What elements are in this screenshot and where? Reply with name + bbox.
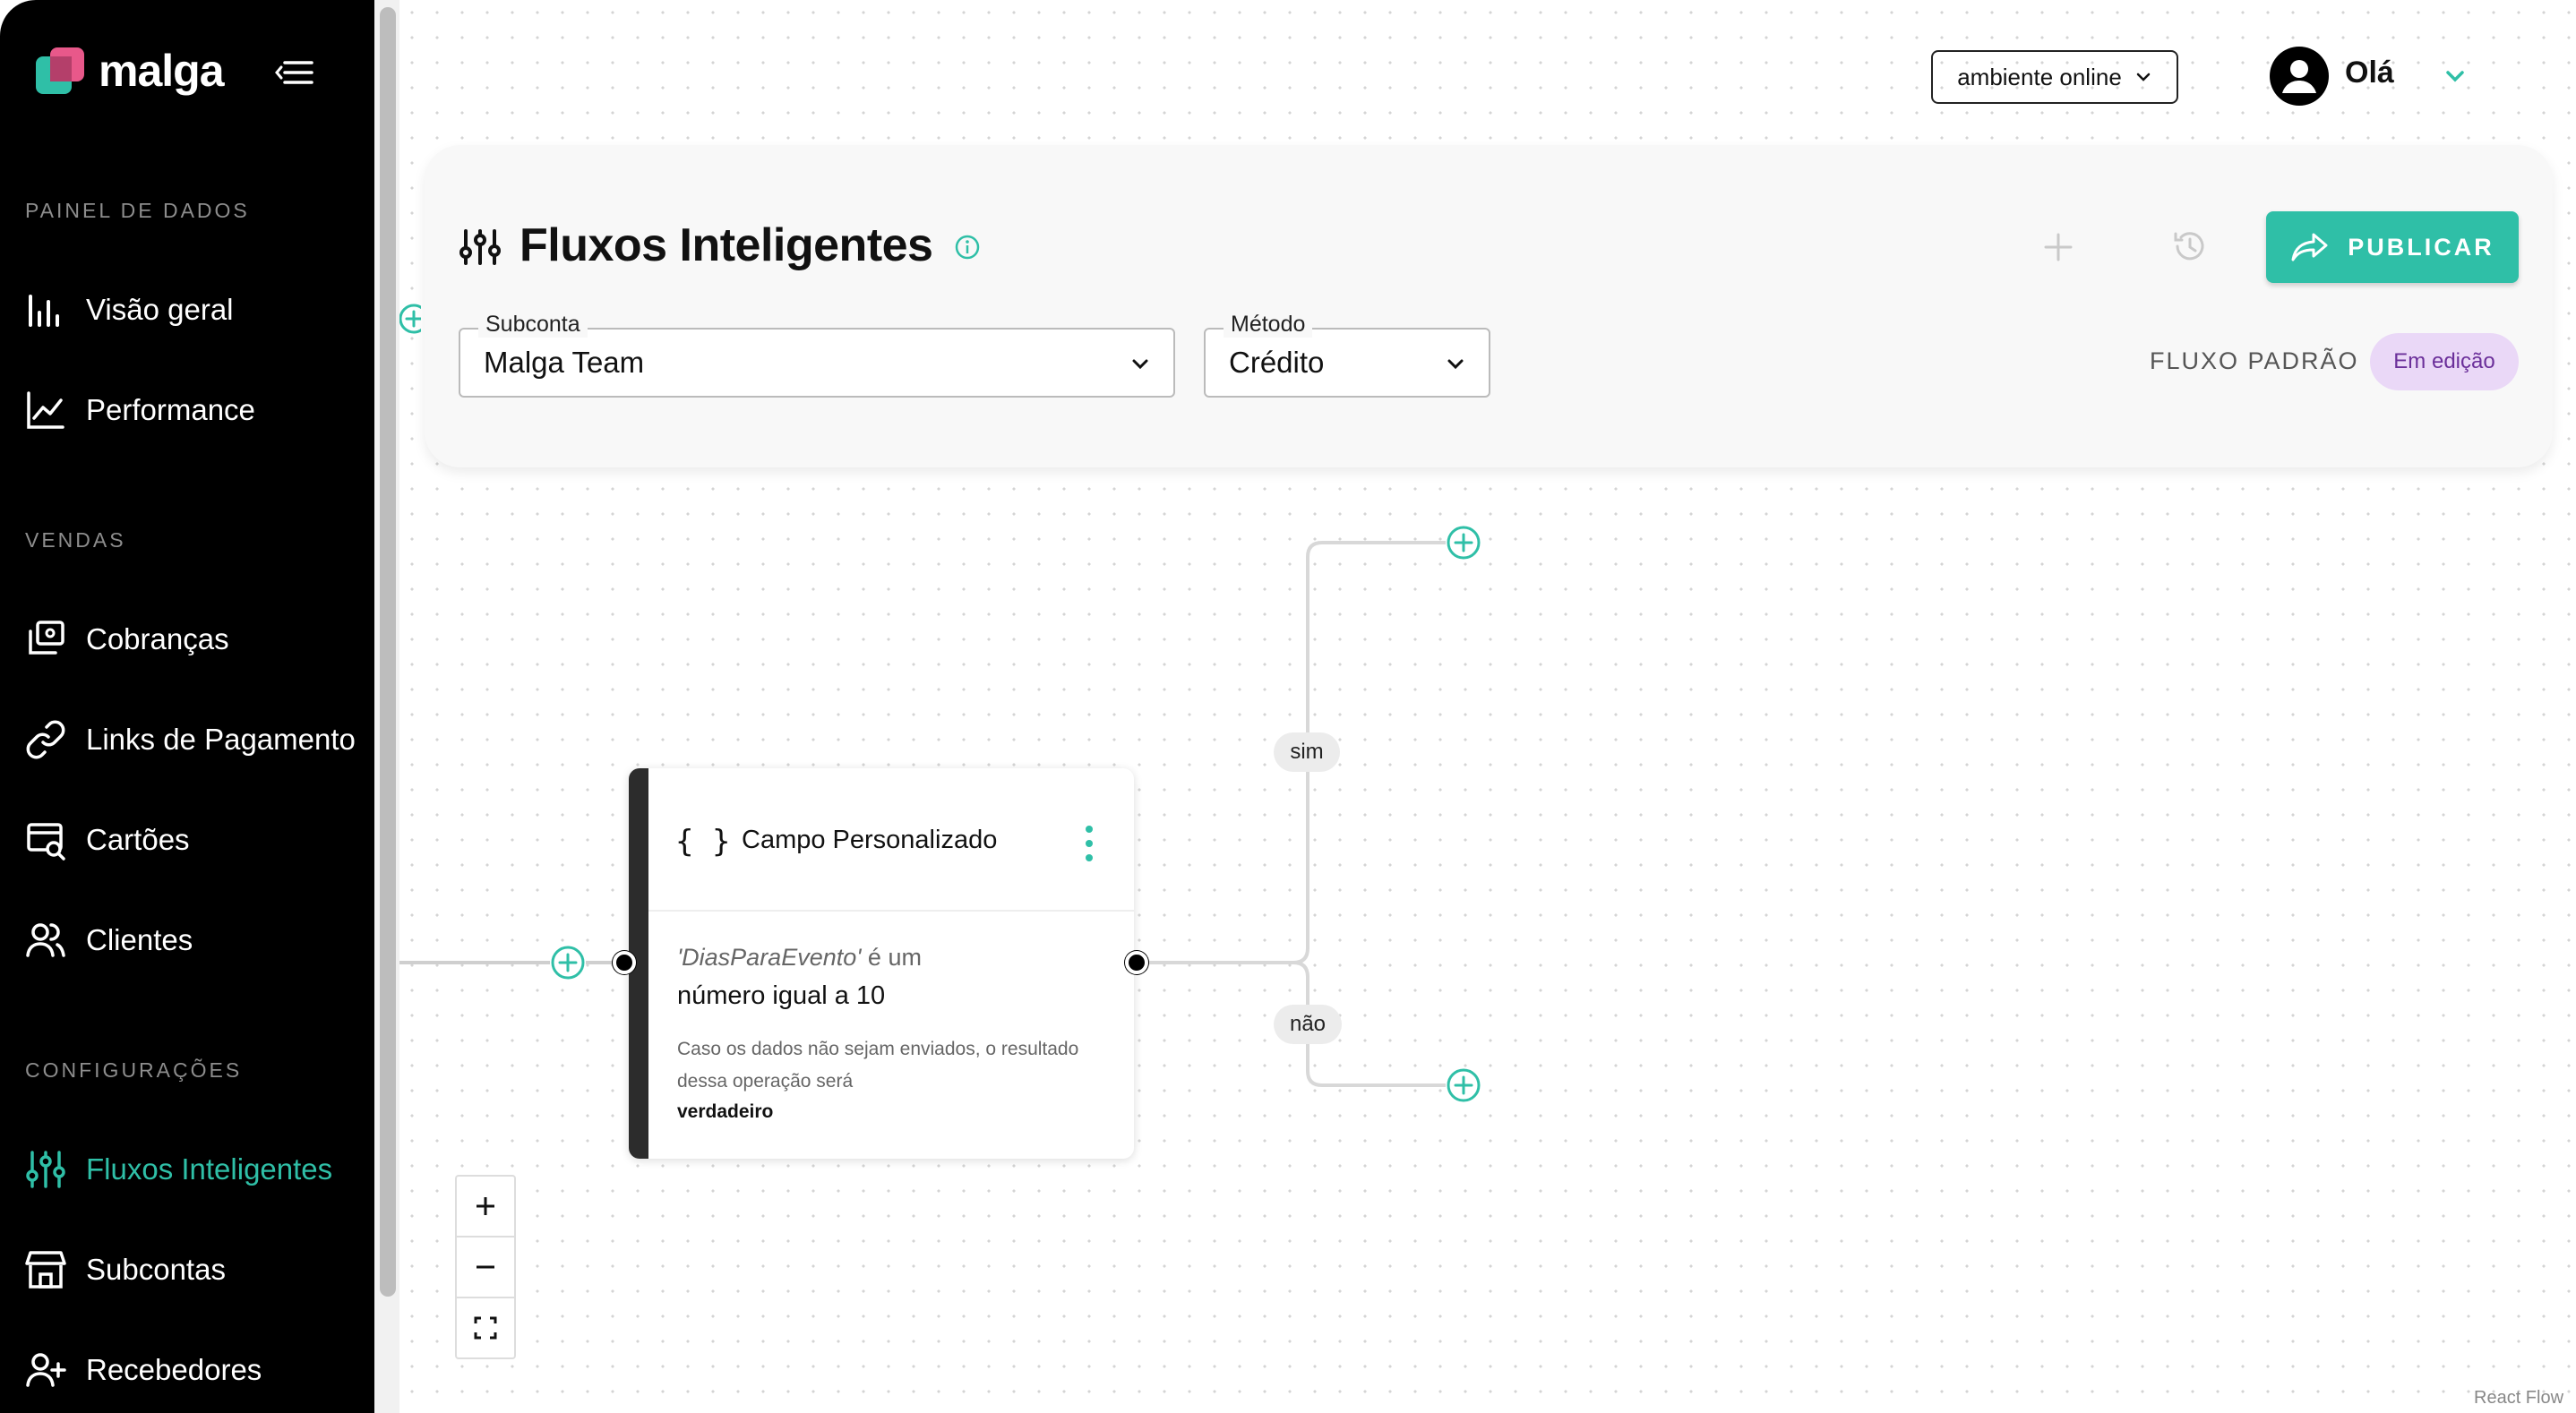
node-input-handle[interactable]	[613, 951, 636, 974]
sidebar-item-label: Recebedores	[86, 1353, 262, 1386]
subconta-label: Subconta	[478, 312, 588, 338]
branch-no-label: não	[1274, 1005, 1342, 1044]
sliders-icon	[25, 1149, 66, 1190]
sidebar-item-label: Fluxos Inteligentes	[86, 1152, 333, 1186]
react-flow-attribution[interactable]: React Flow	[2474, 1388, 2563, 1409]
malga-logo-icon	[36, 46, 86, 96]
sidebar-item-label: Performance	[86, 393, 255, 426]
sidebar-item-recebedores[interactable]: Recebedores	[25, 1341, 365, 1399]
sidebar-item-label: Cobranças	[86, 622, 229, 655]
fallback-value: verdadeiro	[677, 1101, 774, 1122]
sidebar-item-label: Clientes	[86, 923, 193, 956]
add-node-before-icon[interactable]	[550, 945, 586, 981]
header-panel	[425, 145, 2553, 467]
history-icon[interactable]	[2169, 226, 2211, 267]
sidebar-item-performance[interactable]: Performance	[25, 381, 365, 439]
menu-collapse-icon[interactable]	[274, 59, 313, 86]
card-search-icon	[25, 819, 66, 861]
sidebar-item-label: Links de Pagamento	[86, 723, 356, 756]
add-node-no-icon[interactable]	[1446, 1067, 1481, 1103]
chevron-down-icon	[2136, 73, 2151, 81]
user-greeting: Olá	[2345, 56, 2394, 90]
link-icon	[25, 719, 66, 760]
environment-select[interactable]: ambiente online	[1931, 50, 2178, 104]
node-title: Campo Personalizado	[742, 826, 998, 854]
fit-view-icon	[474, 1316, 497, 1340]
sidebar-scrollbar-thumb[interactable]	[380, 7, 396, 1297]
page-title: Fluxos Inteligentes	[519, 219, 933, 271]
zoom-controls	[455, 1175, 516, 1359]
sidebar-item-label: Visão geral	[86, 293, 234, 326]
node-condition: 'DiasParaEvento' é um	[677, 944, 922, 972]
user-menu-chevron-icon[interactable]	[2442, 63, 2469, 90]
user-plus-icon	[25, 1349, 66, 1391]
environment-value: ambiente online	[1957, 63, 2122, 90]
sidebar-item-label: Subcontas	[86, 1253, 226, 1286]
fallback-note: Caso os dados não sejam enviados, o resu…	[677, 1039, 1079, 1092]
sidebar-item-visao-geral[interactable]: Visão geral	[25, 281, 365, 338]
condition-variable: 'DiasParaEvento'	[677, 944, 862, 971]
condition-operator: é um	[861, 944, 922, 971]
publish-button[interactable]: PUBLICAR	[2266, 211, 2519, 283]
add-icon[interactable]	[2039, 227, 2078, 267]
sliders-icon	[459, 226, 502, 269]
info-icon[interactable]	[953, 233, 982, 261]
user-icon	[2282, 60, 2316, 93]
metodo-label: Método	[1224, 312, 1313, 338]
node-output-handle[interactable]	[1125, 951, 1148, 974]
users-icon	[25, 920, 66, 961]
zoom-out-button[interactable]	[457, 1237, 514, 1297]
braces-icon: { }	[675, 824, 731, 860]
publish-label: PUBLICAR	[2348, 233, 2494, 261]
share-icon	[2291, 233, 2328, 261]
section-label-configuracoes: CONFIGURAÇÕES	[25, 1058, 243, 1082]
condition-value: número igual a 10	[677, 981, 886, 1010]
subconta-value: Malga Team	[484, 346, 645, 379]
logo-text: malga	[99, 46, 225, 96]
line-chart-icon	[25, 390, 66, 431]
sidebar-item-cartoes[interactable]: Cartões	[25, 811, 365, 869]
node-divider	[648, 910, 1134, 912]
zoom-in-button[interactable]	[457, 1177, 514, 1236]
fit-view-button[interactable]	[457, 1298, 514, 1357]
branch-yes-label: sim	[1274, 732, 1340, 772]
charges-icon	[25, 619, 66, 660]
sidebar-item-cobrancas[interactable]: Cobranças	[25, 611, 365, 668]
logo: malga	[36, 45, 225, 97]
add-node-yes-icon[interactable]	[1446, 525, 1481, 561]
subconta-select[interactable]: Subconta Malga Team	[459, 312, 1175, 398]
section-label-vendas: VENDAS	[25, 528, 126, 552]
chevron-down-icon	[1132, 359, 1148, 370]
status-badge: Em edição	[2370, 333, 2519, 390]
metodo-value: Crédito	[1229, 346, 1325, 379]
node-menu-icon[interactable]	[1082, 822, 1096, 865]
add-node-icon[interactable]	[399, 301, 421, 337]
avatar[interactable]	[2270, 47, 2329, 106]
metodo-select[interactable]: Método Crédito	[1204, 312, 1490, 398]
sidebar-item-subcontas[interactable]: Subcontas	[25, 1241, 365, 1298]
section-label-painel: PAINEL DE DADOS	[25, 199, 250, 222]
chevron-down-icon	[1447, 359, 1464, 370]
sidebar-item-label: Cartões	[86, 823, 190, 856]
sidebar-item-fluxos[interactable]: Fluxos Inteligentes	[25, 1141, 365, 1198]
sidebar-item-links[interactable]: Links de Pagamento	[25, 711, 365, 768]
sidebar: malga PAINEL DE DADOS Visão geral Perfor…	[0, 0, 374, 1413]
bar-chart-icon	[25, 289, 66, 330]
flow-type-label: FLUXO PADRÃO	[2150, 347, 2359, 374]
custom-field-node[interactable]: { } Campo Personalizado 'DiasParaEvento'…	[629, 768, 1134, 1159]
sidebar-item-clientes[interactable]: Clientes	[25, 912, 365, 969]
store-icon	[25, 1249, 66, 1290]
